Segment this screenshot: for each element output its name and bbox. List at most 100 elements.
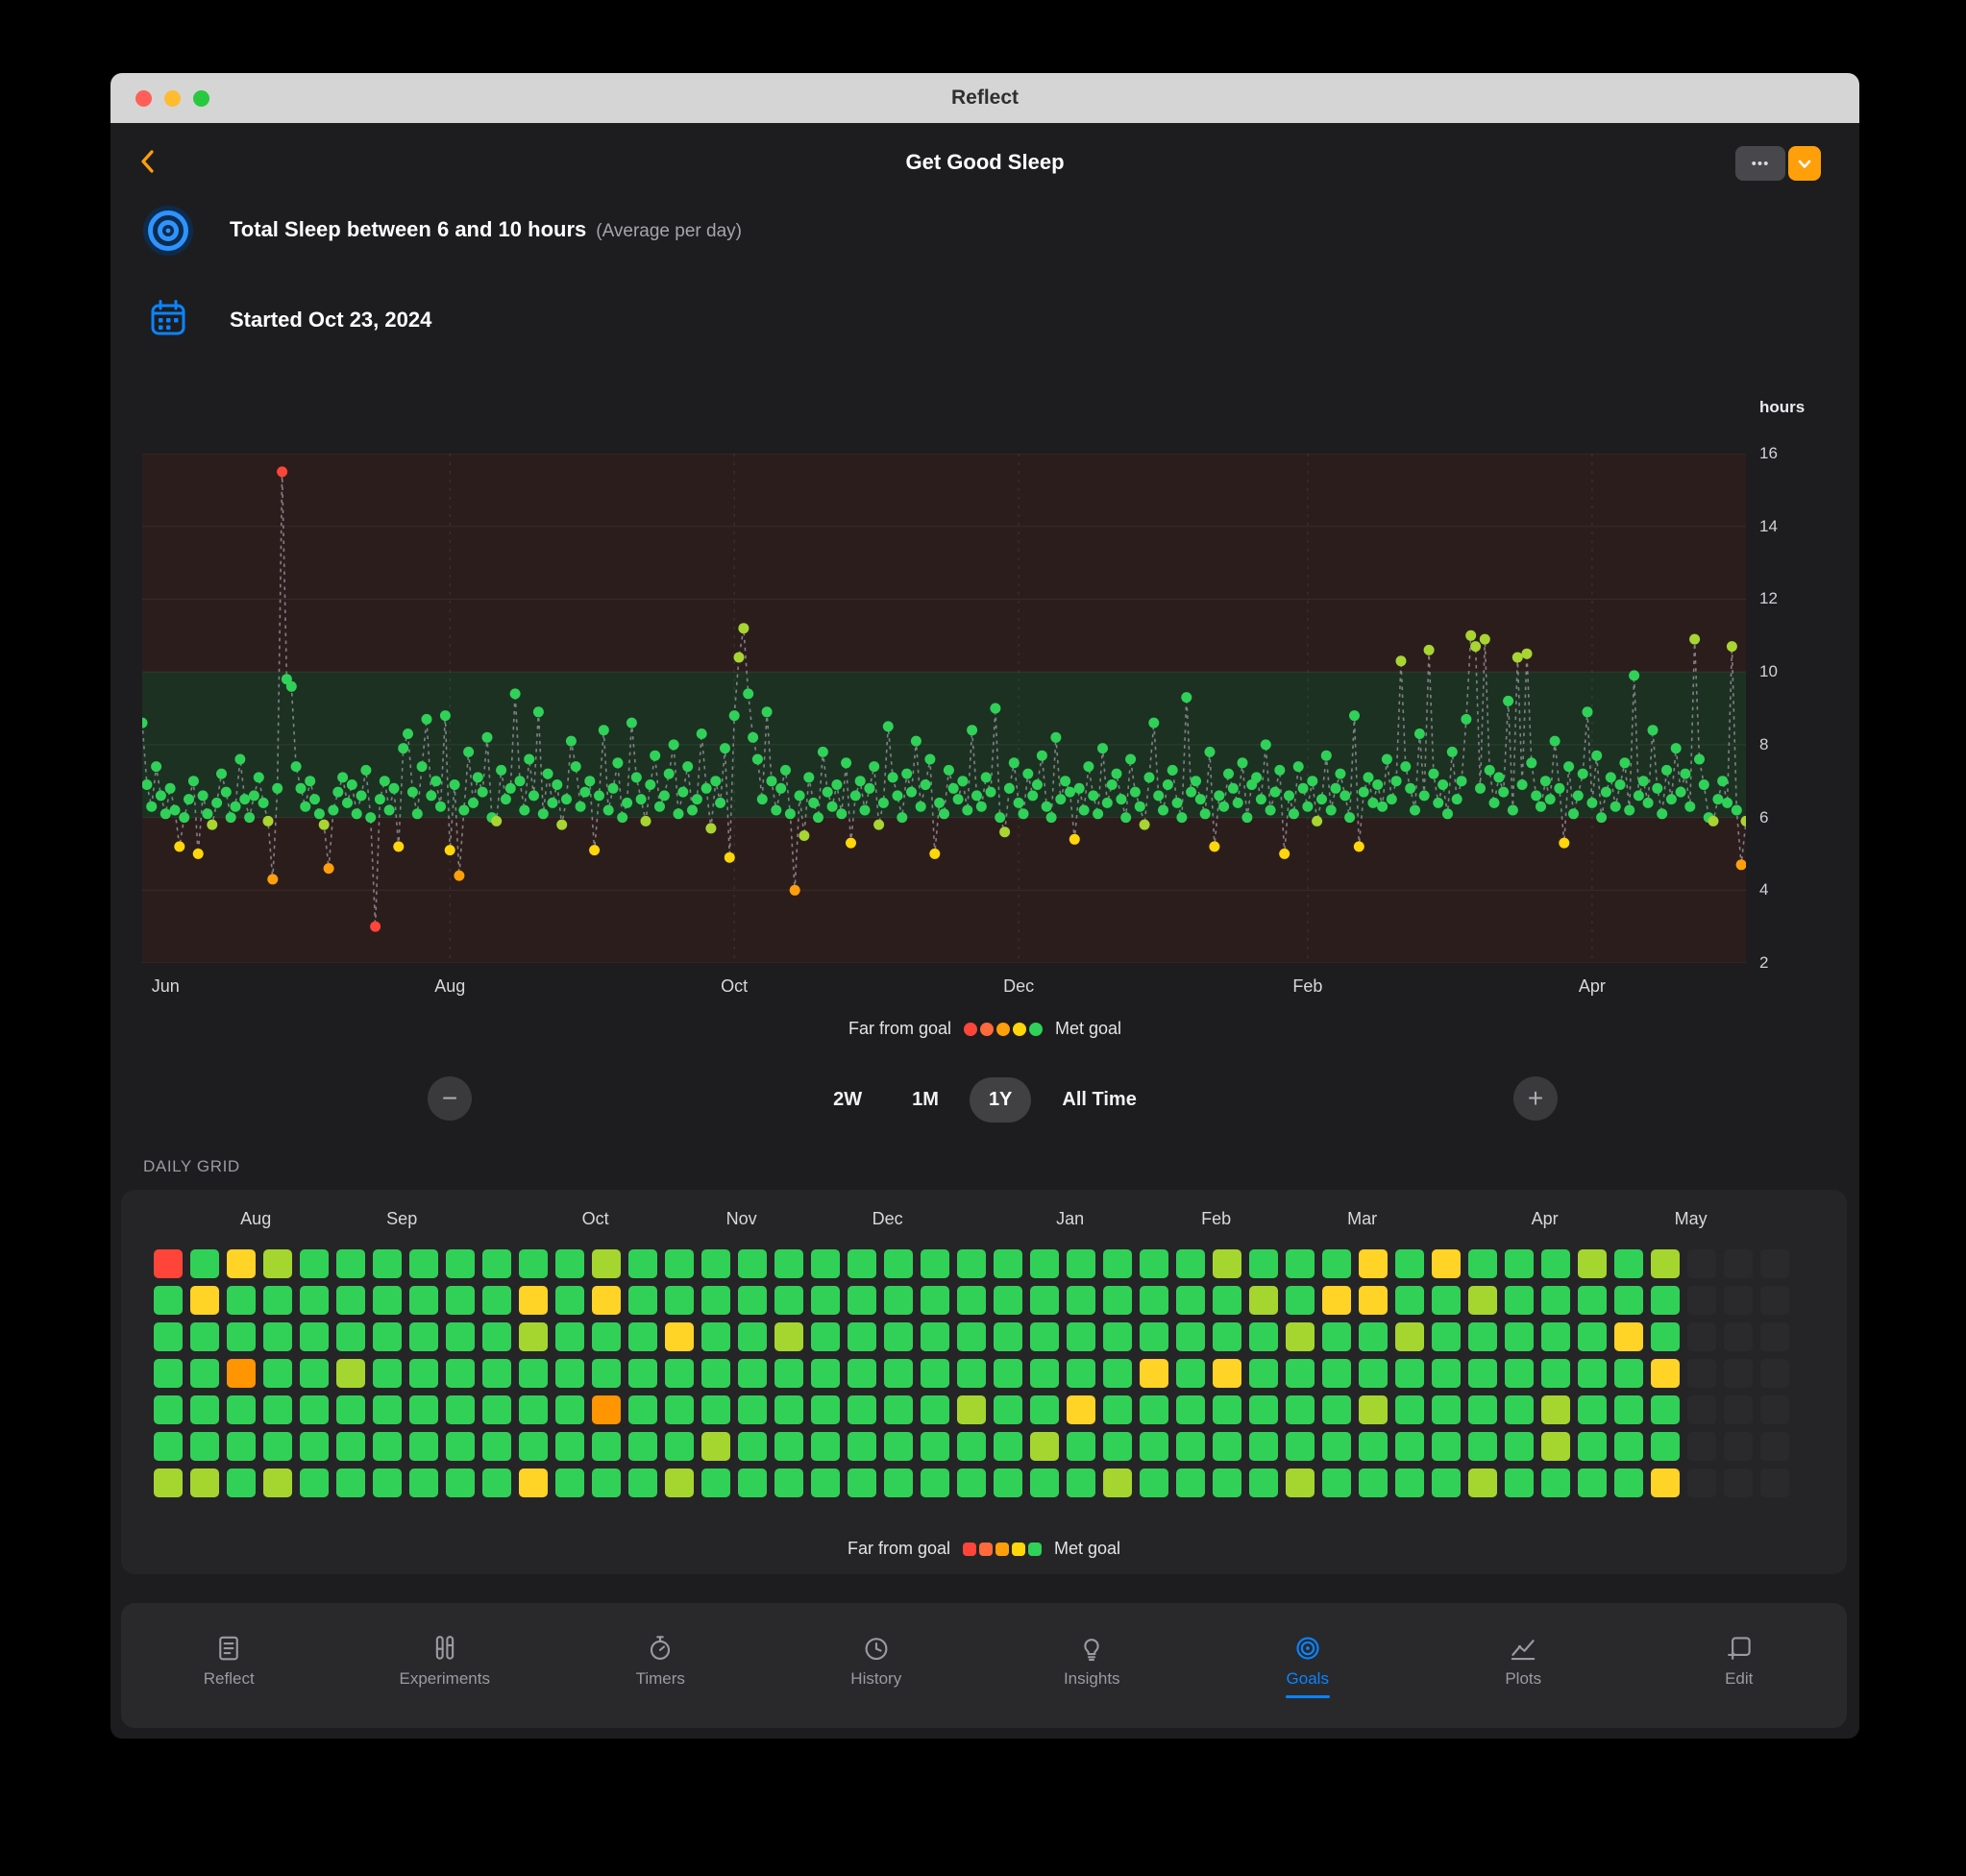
grid-cell-day[interactable] bbox=[1249, 1322, 1278, 1351]
grid-cell-day[interactable] bbox=[1541, 1359, 1570, 1388]
data-point[interactable] bbox=[939, 808, 949, 820]
grid-cell-day[interactable] bbox=[1359, 1249, 1388, 1278]
data-point[interactable] bbox=[1292, 761, 1304, 773]
data-point[interactable] bbox=[1307, 776, 1318, 787]
grid-cell-day[interactable] bbox=[555, 1286, 584, 1315]
data-point[interactable] bbox=[234, 753, 246, 765]
data-point[interactable] bbox=[463, 746, 475, 757]
data-point[interactable] bbox=[1680, 768, 1691, 779]
grid-cell-day[interactable] bbox=[774, 1322, 803, 1351]
grid-cell-day[interactable] bbox=[1541, 1432, 1570, 1461]
data-point[interactable] bbox=[146, 801, 158, 812]
grid-cell-day[interactable] bbox=[1468, 1249, 1497, 1278]
data-point[interactable] bbox=[668, 739, 679, 751]
grid-cell-day[interactable] bbox=[154, 1395, 183, 1424]
grid-cell-day[interactable] bbox=[1103, 1286, 1132, 1315]
data-point[interactable] bbox=[1129, 786, 1141, 798]
grid-cell-day[interactable] bbox=[1286, 1286, 1315, 1315]
grid-cell-day[interactable] bbox=[1432, 1395, 1461, 1424]
grid-cell-day[interactable] bbox=[1140, 1359, 1168, 1388]
data-point[interactable] bbox=[1055, 794, 1067, 805]
data-point[interactable] bbox=[1586, 797, 1598, 808]
data-point[interactable] bbox=[1544, 794, 1556, 805]
data-point[interactable] bbox=[1158, 804, 1168, 816]
data-point[interactable] bbox=[1330, 782, 1341, 794]
grid-cell-day[interactable] bbox=[519, 1249, 548, 1278]
grid-cell-day[interactable] bbox=[519, 1359, 548, 1388]
data-point[interactable] bbox=[1045, 812, 1057, 824]
grid-cell-day[interactable] bbox=[1505, 1286, 1534, 1315]
grid-cell-day[interactable] bbox=[848, 1395, 876, 1424]
data-point[interactable] bbox=[411, 808, 423, 820]
grid-cell-day[interactable] bbox=[373, 1322, 402, 1351]
grid-cell-day[interactable] bbox=[446, 1286, 475, 1315]
grid-cell-day[interactable] bbox=[701, 1359, 730, 1388]
grid-cell-day[interactable] bbox=[1432, 1469, 1461, 1497]
data-point[interactable] bbox=[622, 797, 633, 808]
data-point[interactable] bbox=[1722, 797, 1733, 808]
close-window-button[interactable] bbox=[135, 89, 152, 107]
grid-cell-day[interactable] bbox=[1541, 1322, 1570, 1351]
grid-cell-day[interactable] bbox=[848, 1432, 876, 1461]
data-point[interactable] bbox=[975, 801, 987, 812]
grid-cell-day[interactable] bbox=[1322, 1469, 1351, 1497]
grid-cell-day[interactable] bbox=[373, 1249, 402, 1278]
grid-cell-day[interactable] bbox=[592, 1359, 621, 1388]
data-point[interactable] bbox=[1619, 757, 1631, 769]
grid-cell-day[interactable] bbox=[774, 1432, 803, 1461]
data-point[interactable] bbox=[640, 815, 651, 827]
grid-cell-day[interactable] bbox=[994, 1322, 1022, 1351]
data-point[interactable] bbox=[654, 801, 665, 812]
grid-cell-day[interactable] bbox=[628, 1469, 657, 1497]
data-point[interactable] bbox=[225, 812, 236, 824]
data-point[interactable] bbox=[542, 768, 553, 779]
grid-cell-day[interactable] bbox=[957, 1322, 986, 1351]
data-point[interactable] bbox=[323, 863, 334, 875]
grid-cell-day[interactable] bbox=[1286, 1395, 1315, 1424]
data-point[interactable] bbox=[1670, 743, 1682, 754]
tab-timers[interactable]: Timers bbox=[553, 1603, 769, 1728]
data-point[interactable] bbox=[1516, 779, 1528, 790]
grid-cell-day[interactable] bbox=[592, 1469, 621, 1497]
grid-cell-day[interactable] bbox=[848, 1359, 876, 1388]
data-point[interactable] bbox=[635, 794, 647, 805]
data-point[interactable] bbox=[1610, 801, 1621, 812]
data-point[interactable] bbox=[1563, 761, 1575, 773]
data-point[interactable] bbox=[1088, 790, 1099, 802]
grid-cell-day[interactable] bbox=[1651, 1249, 1680, 1278]
data-point[interactable] bbox=[584, 776, 596, 787]
grid-cell-day[interactable] bbox=[336, 1322, 365, 1351]
data-point[interactable] bbox=[738, 623, 750, 634]
data-point[interactable] bbox=[957, 776, 969, 787]
data-point[interactable] bbox=[439, 710, 451, 722]
data-point[interactable] bbox=[403, 728, 413, 739]
data-point[interactable] bbox=[1367, 797, 1379, 808]
data-point[interactable] bbox=[1251, 772, 1263, 783]
data-point[interactable] bbox=[1577, 768, 1588, 779]
grid-cell-day[interactable] bbox=[738, 1286, 767, 1315]
data-point[interactable] bbox=[192, 848, 204, 859]
grid-cell-day[interactable] bbox=[227, 1395, 256, 1424]
data-point[interactable] bbox=[552, 779, 563, 790]
grid-cell-day[interactable] bbox=[1359, 1286, 1388, 1315]
data-point[interactable] bbox=[1433, 797, 1444, 808]
grid-cell-day[interactable] bbox=[848, 1469, 876, 1497]
data-point[interactable] bbox=[831, 779, 843, 790]
grid-cell-day[interactable] bbox=[665, 1249, 694, 1278]
grid-cell-day[interactable] bbox=[227, 1359, 256, 1388]
grid-cell-day[interactable] bbox=[1395, 1469, 1424, 1497]
grid-cell-day[interactable] bbox=[154, 1249, 183, 1278]
data-point[interactable] bbox=[677, 786, 689, 798]
grid-cell-day[interactable] bbox=[409, 1395, 438, 1424]
grid-cell-day[interactable] bbox=[190, 1249, 219, 1278]
data-point[interactable] bbox=[1143, 772, 1155, 783]
grid-cell-day[interactable] bbox=[774, 1249, 803, 1278]
grid-cell-day[interactable] bbox=[300, 1469, 329, 1497]
data-point[interactable] bbox=[1423, 644, 1435, 655]
grid-cell-day[interactable] bbox=[409, 1432, 438, 1461]
data-point[interactable] bbox=[547, 797, 558, 808]
grid-cell-day[interactable] bbox=[957, 1395, 986, 1424]
grid-cell-day[interactable] bbox=[884, 1249, 913, 1278]
data-point[interactable] bbox=[607, 782, 619, 794]
data-point[interactable] bbox=[1442, 808, 1453, 820]
